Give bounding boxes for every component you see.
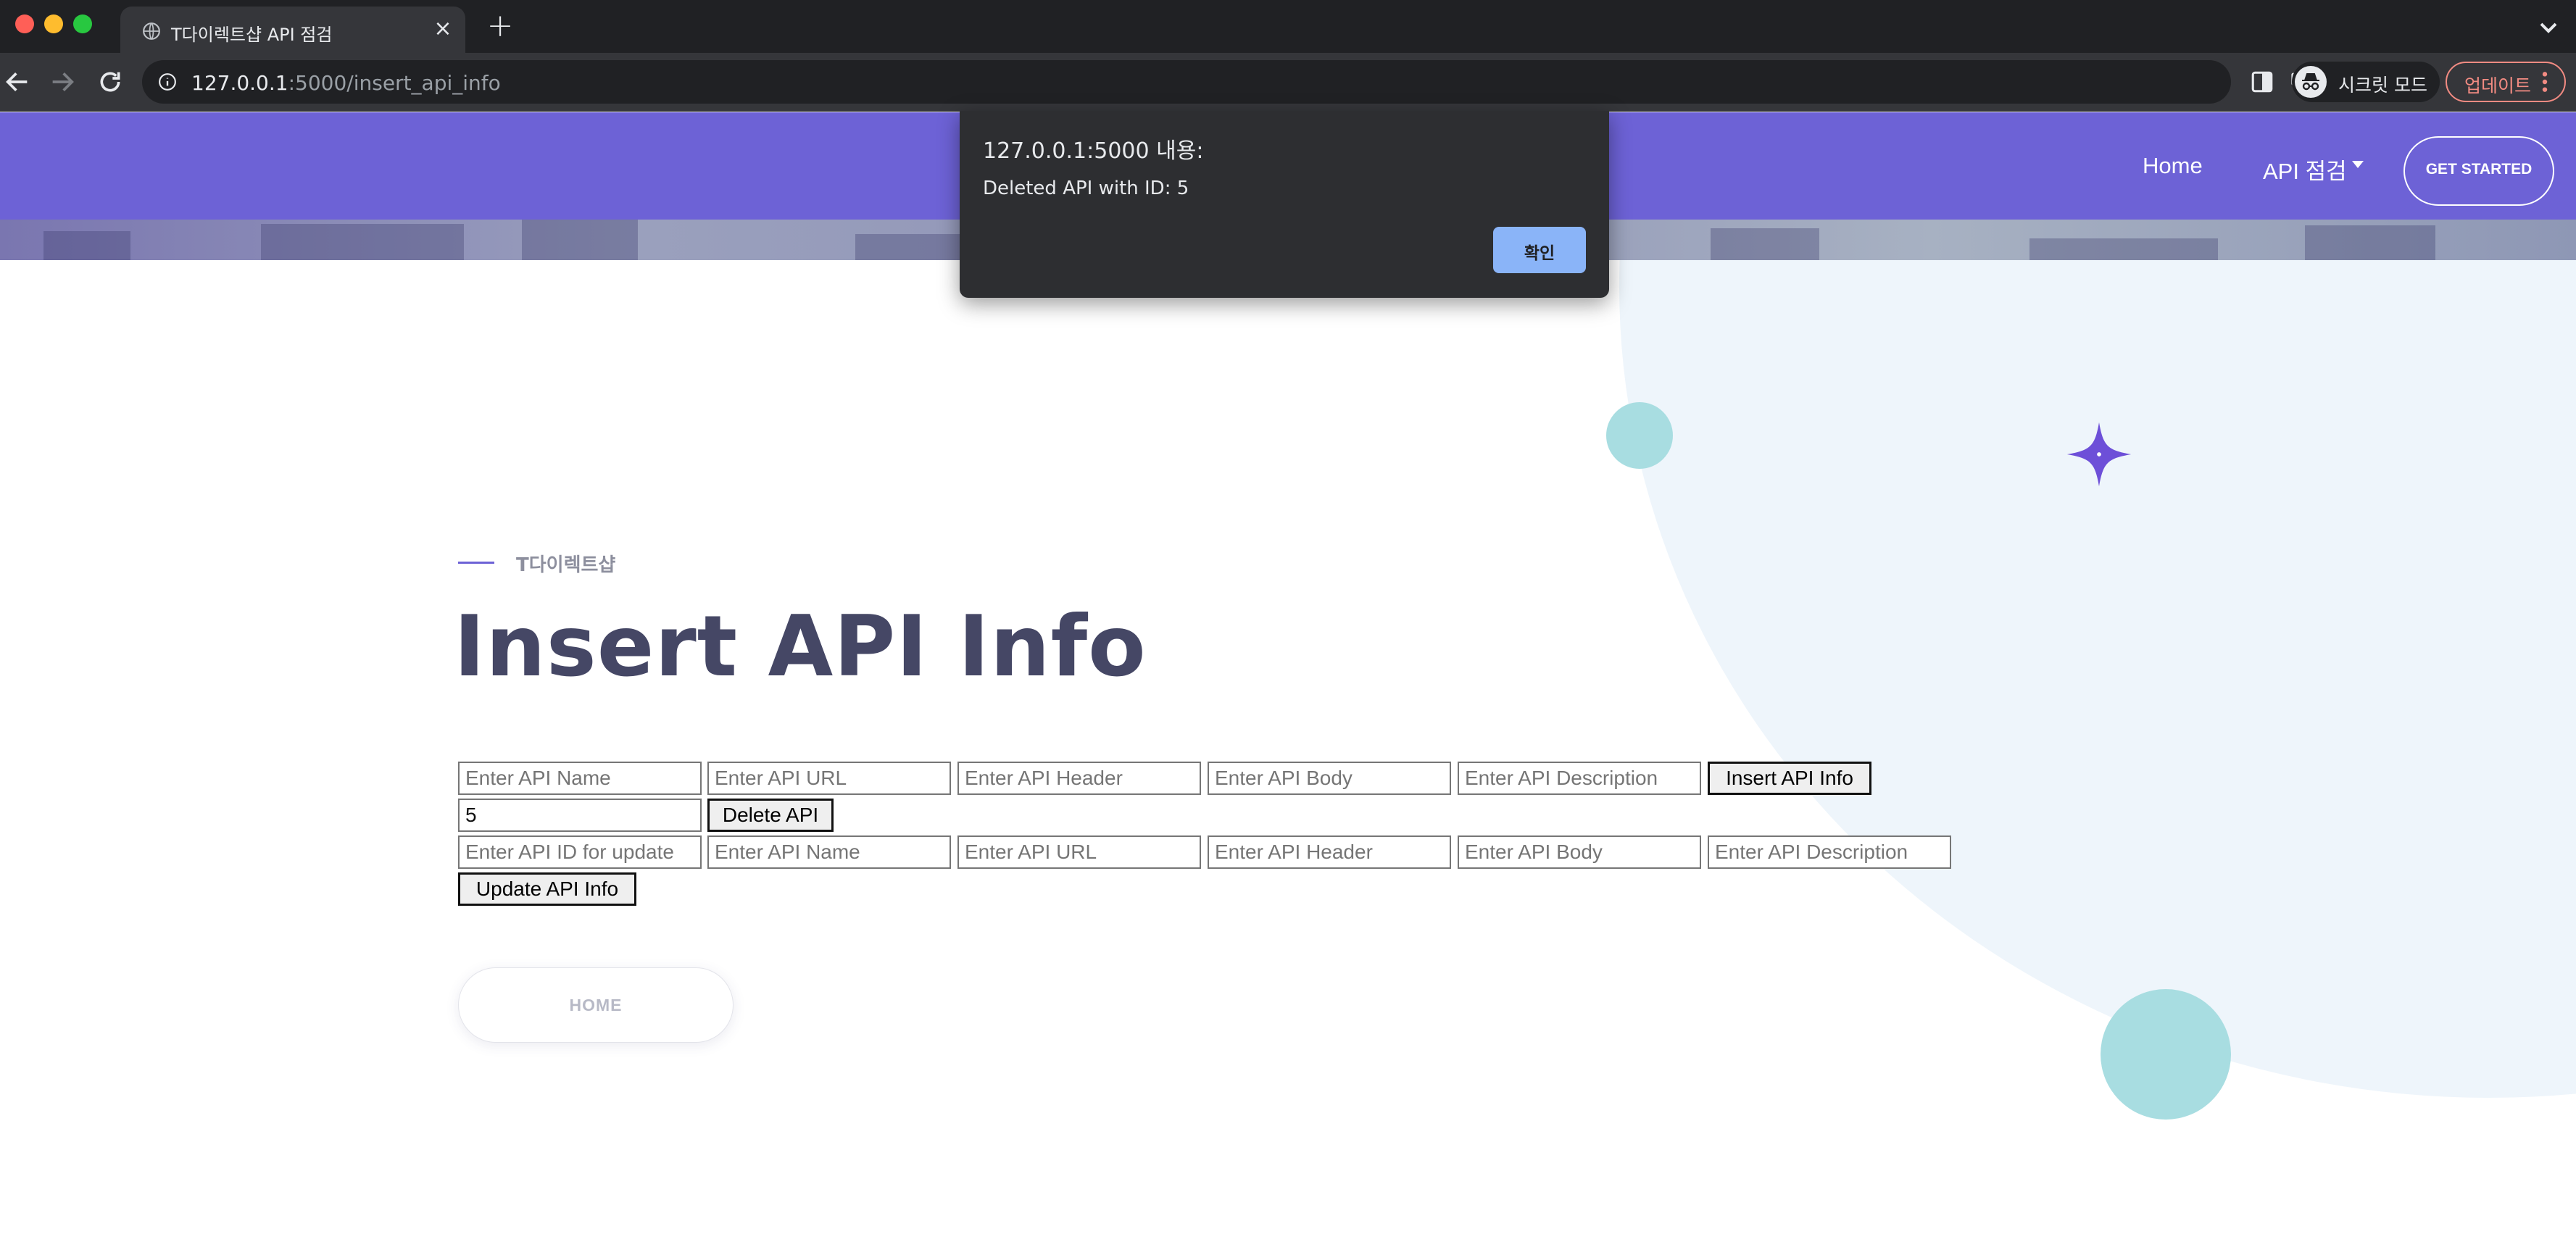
info-icon[interactable] [158,72,177,91]
home-button[interactable]: HOME [458,967,734,1043]
eyebrow-line [458,562,494,564]
address-bar[interactable]: 127.0.0.1:5000/insert_api_info [142,60,2359,104]
update-api-button[interactable]: Update API Info [458,872,636,906]
insert-api-name-input[interactable] [458,762,702,795]
update-api-body-input[interactable] [1458,835,1701,869]
decorative-circle [2101,989,2231,1120]
update-api-header-input[interactable] [1208,835,1451,869]
insert-api-header-input[interactable] [957,762,1201,795]
chevron-down-icon[interactable] [2534,13,2563,42]
sparkle-icon [2066,422,2132,487]
insert-api-body-input[interactable] [1208,762,1451,795]
update-api-id-input[interactable] [458,835,702,869]
page-title: Insert API Info [454,598,1147,696]
browser-tab[interactable]: T다이렉트샵 API 점검 × [120,7,465,53]
dialog-ok-label: 확인 [1524,244,1555,263]
window-zoom-button[interactable] [73,14,92,33]
delete-api-button[interactable]: Delete API [707,799,834,832]
delete-api-id-input[interactable] [458,799,702,832]
incognito-icon [2295,66,2327,98]
insert-api-description-input[interactable] [1458,762,1701,795]
insert-api-button[interactable]: Insert API Info [1708,762,1871,795]
browser-toolbar: 127.0.0.1:5000/insert_api_info 시크릿 모드 업데… [0,53,2576,112]
browser-tab-bar: T다이렉트샵 API 점검 × + [0,0,2576,53]
window-minimize-button[interactable] [44,14,63,33]
home-button-label: HOME [569,996,623,1014]
incognito-indicator[interactable]: 시크릿 모드 [2292,62,2440,102]
background-blob [1619,112,2576,1098]
browser-update-button[interactable]: 업데이트 [2446,62,2566,102]
alert-dialog: 127.0.0.1:5000 내용: Deleted API with ID: … [960,111,1609,298]
update-api-url-input[interactable] [957,835,1201,869]
nav-api-dropdown[interactable]: API 점검 [2263,153,2347,186]
decorative-circle [1606,402,1673,469]
window-close-button[interactable] [15,14,34,33]
close-tab-icon[interactable]: × [431,17,455,41]
get-started-label: GET STARTED [2425,161,2533,178]
nav-home-link[interactable]: Home [2143,153,2203,179]
insert-api-url-input[interactable] [707,762,951,795]
caret-down-icon[interactable] [2351,160,2364,169]
update-api-description-input[interactable] [1708,835,1951,869]
url-path: :5000/insert_api_info [288,71,501,95]
incognito-label: 시크릿 모드 [2338,75,2427,96]
get-started-button[interactable]: GET STARTED [2403,136,2554,206]
update-api-name-input[interactable] [707,835,951,869]
globe-icon [143,22,160,40]
dialog-message: Deleted API with ID: 5 [983,178,1189,199]
section-eyebrow: T다이렉트샵 [516,554,616,576]
dialog-title: 127.0.0.1:5000 내용: [983,138,1204,164]
reload-icon[interactable] [96,67,125,96]
url-host: 127.0.0.1 [191,71,288,95]
forward-arrow-icon[interactable] [48,67,77,96]
more-vert-icon[interactable] [2541,70,2548,93]
url-text[interactable]: 127.0.0.1:5000/insert_api_info [191,71,501,95]
back-arrow-icon[interactable] [3,67,32,96]
side-panel-icon[interactable] [2250,70,2274,94]
tab-title: T다이렉트샵 API 점검 [171,25,333,45]
dialog-ok-button[interactable]: 확인 [1493,227,1586,273]
new-tab-icon[interactable]: + [484,10,516,42]
update-label: 업데이트 [2464,75,2532,96]
